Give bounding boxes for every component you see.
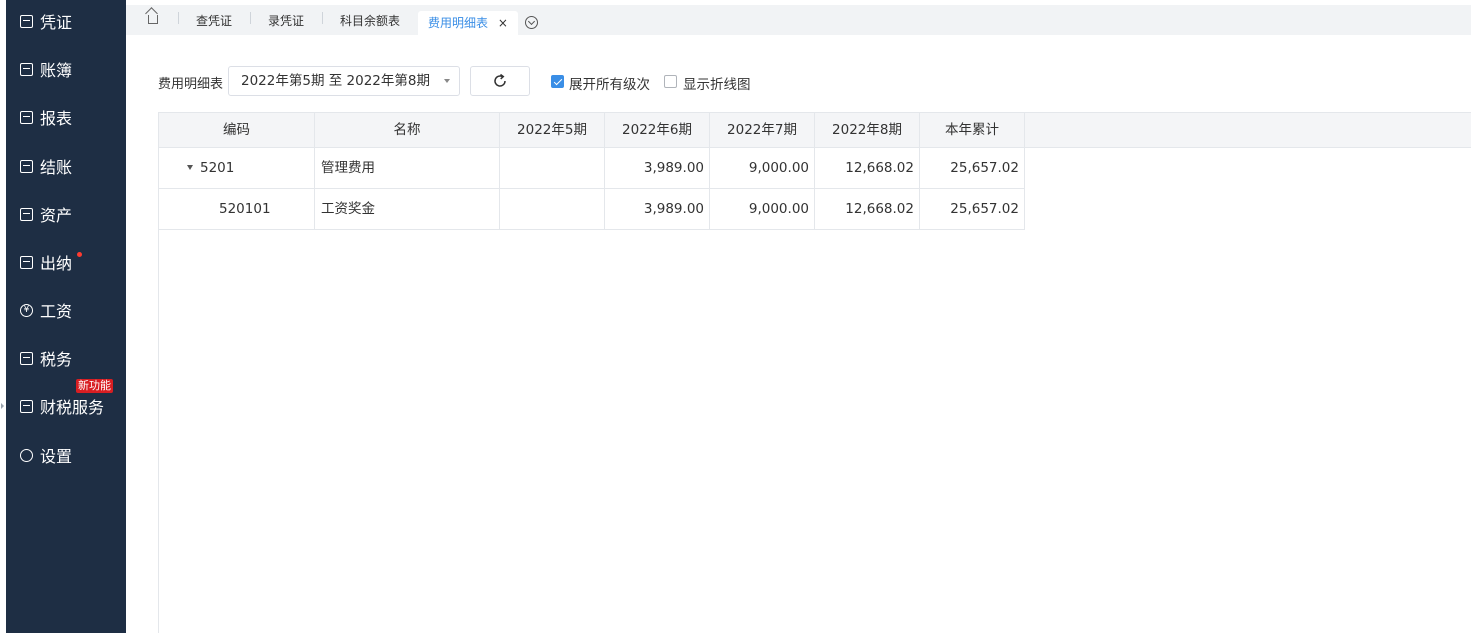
sidebar-item-label: 出纳	[40, 254, 73, 273]
tab-account-balance[interactable]: 科目余额表	[340, 9, 400, 33]
sidebar-collapse-icon[interactable]	[1, 403, 4, 409]
sidebar-item-label: 工资	[40, 302, 73, 321]
table-header: 编码 名称 2022年5期 2022年6期 2022年7期 2022年8期 本年…	[159, 112, 1471, 148]
tab-enter-voucher[interactable]: 录凭证	[268, 9, 304, 33]
app-root: 凭证 账簿 报表 结账 资产 出纳 ¥ 工资 税务 新功能 财税服务 设置 查凭…	[0, 0, 1471, 633]
sidebar-item-label: 财税服务	[40, 398, 105, 417]
code-cell: 520101	[159, 189, 315, 230]
period-select[interactable]: 2022年第5期 至 2022年第8期	[228, 66, 460, 96]
name-cell: 管理费用	[315, 148, 500, 189]
close-icon[interactable]: ×	[498, 16, 508, 30]
refresh-button[interactable]	[470, 66, 530, 96]
caret-down-icon	[444, 79, 450, 83]
caret-down-icon[interactable]	[187, 164, 193, 170]
sidebar-item-label: 设置	[40, 447, 73, 466]
yen-icon: ¥	[20, 303, 33, 317]
sidebar-item-label: 报表	[40, 109, 73, 128]
closing-icon	[20, 159, 33, 173]
column-header-period-8: 2022年8期	[815, 113, 920, 148]
column-header-code: 编码	[159, 113, 315, 148]
show-line-chart-label: 显示折线图	[683, 77, 751, 93]
sidebar-item-payroll[interactable]: ¥ 工资	[6, 290, 126, 330]
sidebar-item-label: 资产	[40, 206, 73, 225]
voucher-icon	[20, 14, 33, 28]
assets-icon	[20, 207, 33, 221]
ytd-cell: 25,657.02	[920, 189, 1025, 230]
gear-icon	[20, 448, 33, 462]
code-value: 5201	[200, 160, 235, 176]
tab-separator	[322, 12, 323, 24]
tab-bar	[126, 5, 1471, 35]
sidebar-item-tax-services[interactable]: 财税服务	[6, 386, 126, 426]
period-8-cell[interactable]: 12,668.02	[815, 148, 920, 189]
expand-all-label: 展开所有级次	[569, 77, 650, 93]
tab-separator	[250, 12, 251, 24]
period-5-cell	[500, 189, 605, 230]
sidebar-item-label: 税务	[40, 350, 73, 369]
sidebar-item-settings[interactable]: 设置	[6, 435, 126, 475]
name-cell: 工资奖金	[315, 189, 500, 230]
period-6-cell[interactable]: 3,989.00	[605, 189, 710, 230]
period-8-cell[interactable]: 12,668.02	[815, 189, 920, 230]
period-value: 2022年第5期 至 2022年第8期	[241, 73, 430, 89]
sidebar-item-ledger[interactable]: 账簿	[6, 49, 126, 89]
period-5-cell	[500, 148, 605, 189]
ytd-cell: 25,657.02	[920, 148, 1025, 189]
period-6-cell[interactable]: 3,989.00	[605, 148, 710, 189]
shield-icon	[20, 399, 33, 413]
chevron-down-icon[interactable]	[525, 16, 538, 29]
ledger-icon	[20, 62, 33, 76]
period-7-cell[interactable]: 9,000.00	[710, 189, 815, 230]
home-icon[interactable]	[148, 15, 158, 24]
show-line-chart-checkbox[interactable]	[664, 75, 677, 88]
tab-view-voucher[interactable]: 查凭证	[196, 9, 232, 33]
sidebar-item-cashier[interactable]: 出纳	[6, 242, 126, 282]
sidebar-item-label: 凭证	[40, 13, 73, 32]
sidebar-item-label: 账簿	[40, 61, 73, 80]
column-header-period-5: 2022年5期	[500, 113, 605, 148]
column-header-period-6: 2022年6期	[605, 113, 710, 148]
sidebar-item-assets[interactable]: 资产	[6, 194, 126, 234]
sidebar-item-label: 结账	[40, 158, 73, 177]
notification-dot	[77, 252, 82, 257]
sidebar-item-closing[interactable]: 结账	[6, 146, 126, 186]
period-7-cell[interactable]: 9,000.00	[710, 148, 815, 189]
refresh-icon	[494, 73, 506, 87]
tab-separator	[178, 12, 179, 24]
code-cell[interactable]: 5201	[159, 148, 315, 189]
expand-all-checkbox[interactable]	[551, 75, 564, 88]
tax-icon	[20, 351, 33, 365]
report-label: 费用明细表	[158, 77, 224, 92]
column-header-ytd: 本年累计	[920, 113, 1025, 148]
tab-label: 费用明细表	[428, 16, 489, 30]
sidebar-item-reports[interactable]: 报表	[6, 97, 126, 137]
sidebar-item-tax[interactable]: 税务	[6, 338, 126, 378]
column-header-name: 名称	[315, 113, 500, 148]
sidebar-item-voucher[interactable]: 凭证	[6, 1, 126, 41]
tab-expense-detail[interactable]: 费用明细表 ×	[418, 11, 518, 35]
expense-detail-table: 编码 名称 2022年5期 2022年6期 2022年7期 2022年8期 本年…	[158, 112, 1471, 633]
report-icon	[20, 110, 33, 124]
sidebar: 凭证 账簿 报表 结账 资产 出纳 ¥ 工资 税务 新功能 财税服务 设置	[6, 0, 126, 633]
column-header-period-7: 2022年7期	[710, 113, 815, 148]
cashier-icon	[20, 255, 33, 269]
